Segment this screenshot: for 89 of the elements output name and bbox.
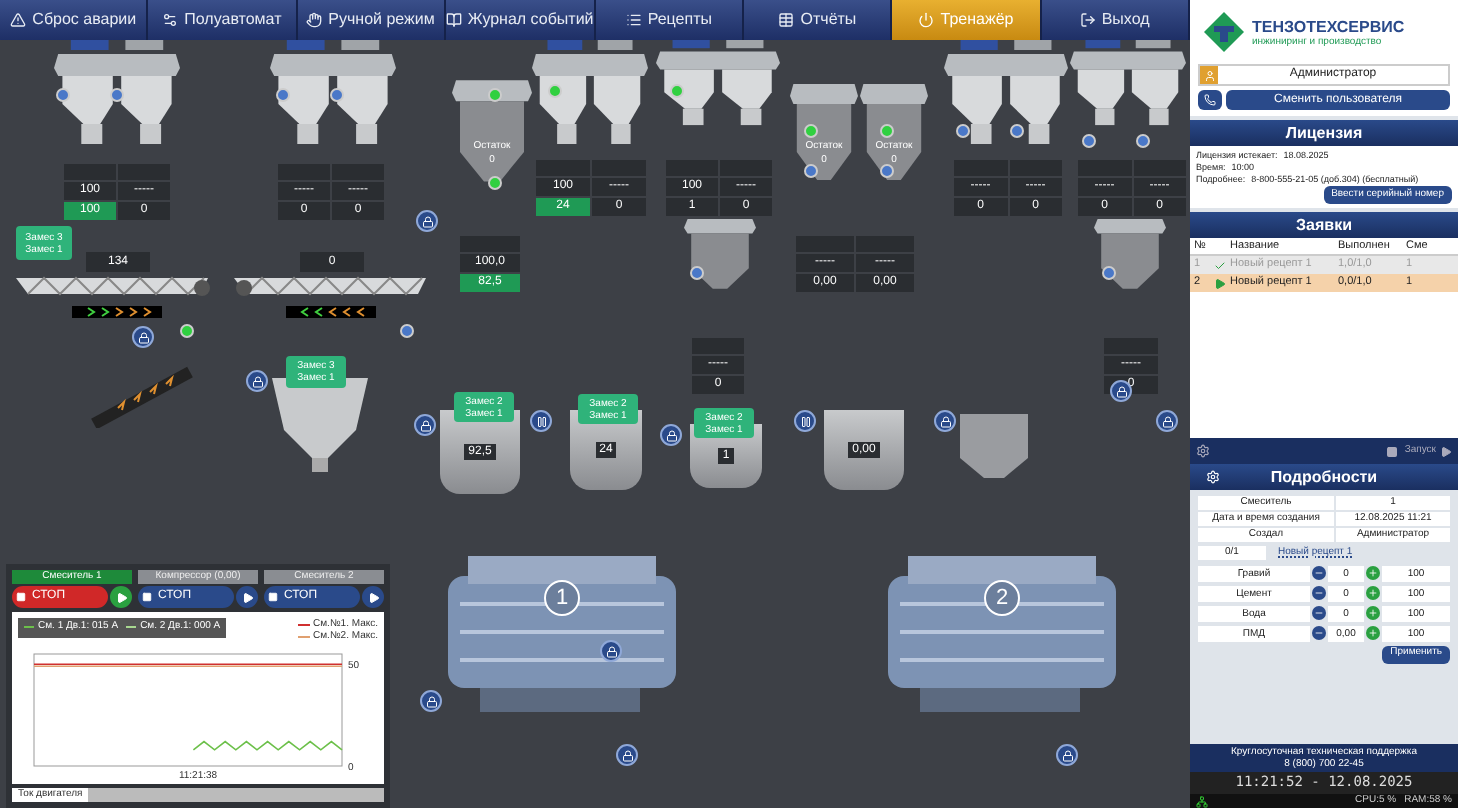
stop-icon: [268, 592, 278, 602]
lock-button[interactable]: [414, 414, 436, 436]
user-icon: [1203, 69, 1215, 81]
pause-icon: [799, 415, 811, 427]
twin-hopper-drawing: [532, 40, 648, 150]
panel-title: Заявки: [1296, 213, 1352, 237]
lock-icon: [605, 645, 617, 657]
pause-button[interactable]: [794, 410, 816, 432]
table-icon: [778, 12, 795, 28]
lock-button[interactable]: [616, 744, 638, 766]
lock-icon: [425, 695, 437, 707]
lock-icon: [419, 419, 431, 431]
indicator-light-icon: [804, 164, 818, 178]
lock-button[interactable]: [416, 210, 438, 232]
hand-icon: [306, 12, 323, 28]
panel-title: Лицензия: [1285, 121, 1363, 145]
start-button[interactable]: [110, 586, 132, 608]
indicator-light-icon: [956, 124, 970, 138]
lock-button[interactable]: [1110, 380, 1132, 402]
play-icon: [115, 591, 127, 603]
lock-icon: [421, 215, 433, 227]
exit-icon: [1079, 12, 1096, 28]
sliders-icon: [162, 12, 179, 28]
lock-button[interactable]: [246, 370, 268, 392]
plus-icon: [1368, 588, 1378, 598]
scale-hopper-drawing: [956, 410, 1032, 482]
indicator-light-icon: [180, 324, 194, 338]
lock-icon: [665, 429, 677, 441]
lock-icon: [1161, 415, 1173, 427]
indicator-light-icon: [1136, 134, 1150, 148]
phone-icon: [1204, 94, 1216, 106]
increase-button[interactable]: [1366, 586, 1380, 600]
stop-icon[interactable]: [1386, 445, 1399, 457]
indicator-light-icon: [276, 88, 290, 102]
lock-button[interactable]: [132, 326, 154, 348]
twin-hopper-drawing: [270, 40, 396, 150]
twin-hopper-drawing: [944, 40, 1068, 150]
play-icon: [1440, 445, 1452, 457]
stop-icon: [142, 592, 152, 602]
indicator-light-icon: [400, 324, 414, 338]
logo-name: ТЕНЗОТЕХСЕРВИС: [1252, 17, 1405, 35]
play-icon: [367, 591, 379, 603]
phone-button[interactable]: [1198, 90, 1222, 110]
increase-button[interactable]: [1366, 626, 1380, 640]
pause-icon: [535, 415, 547, 427]
indicator-light-icon: [488, 176, 502, 190]
decrease-button[interactable]: [1312, 626, 1326, 640]
pause-button[interactable]: [530, 410, 552, 432]
decrease-button[interactable]: [1312, 606, 1326, 620]
indicator-light-icon: [56, 88, 70, 102]
lock-icon: [1115, 385, 1127, 397]
lock-icon: [1061, 749, 1073, 761]
twin-hopper-drawing: [656, 40, 780, 130]
plus-icon: [1368, 628, 1378, 638]
logo-icon: [1202, 10, 1246, 54]
lock-button[interactable]: [1156, 410, 1178, 432]
indicator-light-icon: [1010, 124, 1024, 138]
decrease-button[interactable]: [1312, 586, 1326, 600]
lock-icon: [939, 415, 951, 427]
indicator-light-icon: [330, 88, 344, 102]
panel-title: Подробности: [1270, 465, 1378, 489]
increase-button[interactable]: [1366, 606, 1380, 620]
indicator-light-icon: [1082, 134, 1096, 148]
lock-button[interactable]: [420, 690, 442, 712]
increase-button[interactable]: [1366, 566, 1380, 580]
start-button[interactable]: [362, 586, 384, 608]
twin-hopper-drawing: [54, 40, 180, 150]
play-icon: [241, 591, 253, 603]
plus-icon: [1368, 608, 1378, 618]
list-icon: [625, 12, 642, 28]
settings-icon[interactable]: [1196, 444, 1210, 458]
lock-button[interactable]: [1056, 744, 1078, 766]
indicator-light-icon: [1102, 266, 1116, 280]
indicator-light-icon: [690, 266, 704, 280]
network-icon: [1196, 795, 1208, 807]
book-icon: [445, 12, 462, 28]
lock-button[interactable]: [934, 410, 956, 432]
start-button[interactable]: [236, 586, 258, 608]
twin-hopper-drawing: [1070, 40, 1186, 130]
indicator-light-icon: [880, 164, 894, 178]
decrease-button[interactable]: [1312, 566, 1326, 580]
lock-button[interactable]: [660, 424, 682, 446]
power-icon: [918, 12, 935, 28]
lock-icon: [137, 331, 149, 343]
lock-icon: [621, 749, 633, 761]
stop-icon: [16, 592, 26, 602]
lock-icon: [251, 375, 263, 387]
plus-icon: [1368, 568, 1378, 578]
warning-icon: [10, 12, 27, 28]
